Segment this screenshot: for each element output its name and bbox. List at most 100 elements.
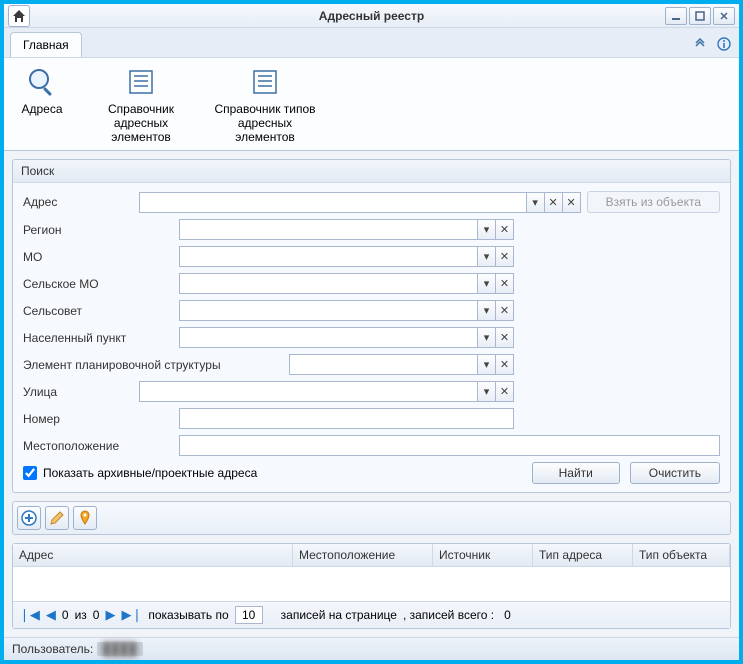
per-page-input[interactable] xyxy=(235,606,263,624)
mo-input[interactable] xyxy=(180,247,477,266)
pager: ❘◀ ◀ 0 из 0 ▶ ▶❘ показывать по записей н… xyxy=(13,601,730,628)
dropdown-trigger[interactable]: ▾ xyxy=(477,247,495,266)
clear-button[interactable]: Очистить xyxy=(630,462,720,484)
pin-icon xyxy=(77,510,93,526)
home-icon xyxy=(12,9,26,23)
region-combo[interactable]: ▾✕ xyxy=(179,219,514,240)
ribbon-ref-types[interactable]: Справочник типов адресных элементов xyxy=(210,64,320,144)
address-combo[interactable]: ▾ ✕ ✕ xyxy=(139,192,581,213)
col-addr-type[interactable]: Тип адреса xyxy=(533,544,633,566)
search-panel: Поиск Адрес ▾ ✕ ✕ Взять из объекта Регио… xyxy=(12,159,731,493)
number-input[interactable] xyxy=(179,408,514,429)
label-selsovet: Сельсовет xyxy=(23,304,173,318)
status-bar: Пользователь: ████ xyxy=(4,637,739,660)
tab-main[interactable]: Главная xyxy=(10,32,82,57)
results-grid: Адрес Местоположение Источник Тип адреса… xyxy=(12,543,731,629)
prev-page-button[interactable]: ◀ xyxy=(46,607,56,623)
find-button[interactable]: Найти xyxy=(532,462,620,484)
clear-trigger[interactable]: ✕ xyxy=(495,382,513,401)
info-icon xyxy=(717,37,731,51)
location-input[interactable] xyxy=(179,435,720,456)
last-page-button[interactable]: ▶❘ xyxy=(121,607,142,623)
label-address: Адрес xyxy=(23,195,133,209)
label-settlement: Населенный пункт xyxy=(23,331,173,345)
label-street: Улица xyxy=(23,385,133,399)
show-per-label: показывать по xyxy=(148,608,228,622)
selsovet-combo[interactable]: ▾✕ xyxy=(179,300,514,321)
plus-icon xyxy=(21,510,37,526)
planning-element-input[interactable] xyxy=(290,355,477,374)
list-icon xyxy=(123,64,159,100)
records-on-page-label: записей на странице xyxy=(281,608,397,622)
col-location[interactable]: Местоположение xyxy=(293,544,433,566)
col-obj-type[interactable]: Тип объекта xyxy=(633,544,730,566)
minimize-button[interactable] xyxy=(665,7,687,25)
ribbon-tab-row: Главная xyxy=(4,28,739,58)
records-total-label: , записей всего : xyxy=(403,608,494,622)
minimize-icon xyxy=(671,11,681,21)
user-label: Пользователь: xyxy=(12,642,93,656)
rural-mo-combo[interactable]: ▾✕ xyxy=(179,273,514,294)
street-combo[interactable]: ▾✕ xyxy=(139,381,514,402)
take-from-object-button: Взять из объекта xyxy=(587,191,720,213)
mo-combo[interactable]: ▾✕ xyxy=(179,246,514,267)
search-panel-title: Поиск xyxy=(13,160,730,183)
selsovet-input[interactable] xyxy=(180,301,477,320)
col-address[interactable]: Адрес xyxy=(13,544,293,566)
first-page-button[interactable]: ❘◀ xyxy=(19,607,40,623)
street-input[interactable] xyxy=(140,382,477,401)
help-button[interactable] xyxy=(715,35,733,53)
add-button[interactable] xyxy=(17,506,41,530)
clear-trigger[interactable]: ✕ xyxy=(495,301,513,320)
dropdown-trigger[interactable]: ▾ xyxy=(526,193,544,212)
col-source[interactable]: Источник xyxy=(433,544,533,566)
dropdown-trigger[interactable]: ▾ xyxy=(477,382,495,401)
edit-button[interactable] xyxy=(45,506,69,530)
page-current: 0 xyxy=(62,608,69,622)
region-input[interactable] xyxy=(180,220,477,239)
clear-trigger[interactable]: ✕ xyxy=(495,328,513,347)
pencil-icon xyxy=(49,510,65,526)
list-icon xyxy=(247,64,283,100)
ribbon-ref-elements-label: Справочник адресных элементов xyxy=(86,102,196,144)
ribbon-addresses[interactable]: Адреса xyxy=(12,64,72,144)
address-input[interactable] xyxy=(140,193,526,212)
show-archive-checkbox[interactable]: Показать архивные/проектные адреса xyxy=(23,466,257,480)
ribbon-ref-elements[interactable]: Справочник адресных элементов xyxy=(86,64,196,144)
dropdown-trigger[interactable]: ▾ xyxy=(477,328,495,347)
app-window: Адресный реестр Главная Адреса xyxy=(3,3,740,661)
ribbon-ref-types-label: Справочник типов адресных элементов xyxy=(210,102,320,144)
clear-trigger[interactable]: ✕ xyxy=(562,193,580,212)
clear-trigger[interactable]: ✕ xyxy=(544,193,562,212)
page-total: 0 xyxy=(93,608,100,622)
home-button[interactable] xyxy=(8,5,30,27)
settlement-input[interactable] xyxy=(180,328,477,347)
collapse-ribbon-button[interactable] xyxy=(691,35,709,53)
close-button[interactable] xyxy=(713,7,735,25)
settlement-combo[interactable]: ▾✕ xyxy=(179,327,514,348)
label-rural-mo: Сельское МО xyxy=(23,277,173,291)
clear-trigger[interactable]: ✕ xyxy=(495,220,513,239)
clear-trigger[interactable]: ✕ xyxy=(495,274,513,293)
dropdown-trigger[interactable]: ▾ xyxy=(477,220,495,239)
dropdown-trigger[interactable]: ▾ xyxy=(477,301,495,320)
grid-body xyxy=(13,567,730,601)
grid-header: Адрес Местоположение Источник Тип адреса… xyxy=(13,544,730,567)
content-area: Поиск Адрес ▾ ✕ ✕ Взять из объекта Регио… xyxy=(4,151,739,637)
maximize-icon xyxy=(695,11,705,21)
show-archive-input[interactable] xyxy=(23,466,37,480)
grid-toolbar xyxy=(12,501,731,535)
window-title: Адресный реестр xyxy=(4,9,739,23)
clear-trigger[interactable]: ✕ xyxy=(495,247,513,266)
next-page-button[interactable]: ▶ xyxy=(105,607,115,623)
clear-trigger[interactable]: ✕ xyxy=(495,355,513,374)
title-bar: Адресный реестр xyxy=(4,4,739,28)
locate-button[interactable] xyxy=(73,506,97,530)
records-total: 0 xyxy=(504,608,511,622)
rural-mo-input[interactable] xyxy=(180,274,477,293)
planning-element-combo[interactable]: ▾✕ xyxy=(289,354,514,375)
dropdown-trigger[interactable]: ▾ xyxy=(477,355,495,374)
maximize-button[interactable] xyxy=(689,7,711,25)
user-value: ████ xyxy=(97,642,143,656)
dropdown-trigger[interactable]: ▾ xyxy=(477,274,495,293)
